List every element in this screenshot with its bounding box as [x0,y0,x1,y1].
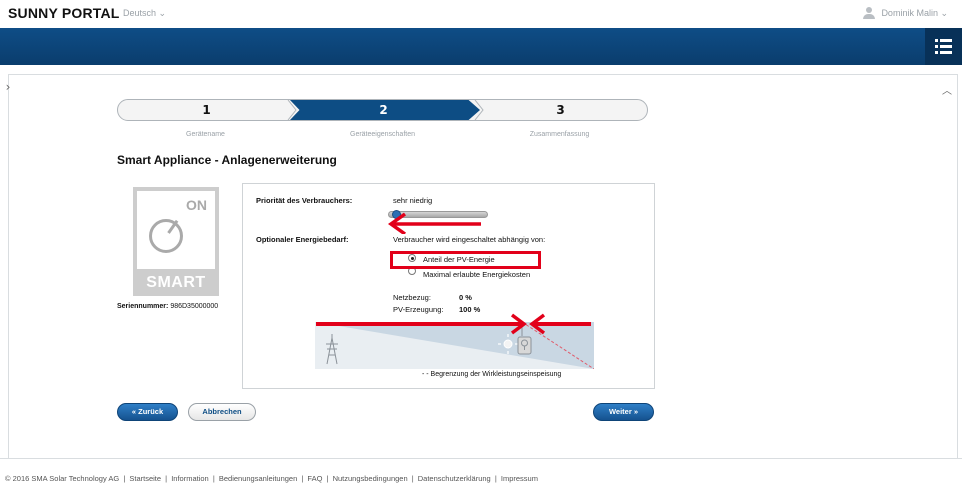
grid-value: 0 % [459,293,472,302]
menu-icon[interactable] [925,28,962,65]
footer-link-terms[interactable]: Nutzungsbedingungen [333,474,408,483]
step-1-label: Gerätename [186,131,225,138]
red-highlight-line [316,322,524,326]
footer: © 2016 SMA Solar Technology AG | Startse… [5,474,538,483]
page-title: Smart Appliance - Anlagenerweiterung [117,153,337,167]
power-pylon-icon [326,334,338,365]
pv-value: 100 % [459,305,481,314]
step-3-number: 3 [556,103,565,117]
step-labels: Gerätename Geräteeigenschaften Zusammenf… [117,131,648,143]
graph-legend: - - Begrenzung der Wirkleistungseinspeis… [422,371,562,378]
device-smart-text: SMART [146,274,206,291]
step-2-number: 2 [379,103,388,117]
red-arrow-left-icon [387,212,481,234]
cancel-button[interactable]: Abbrechen [188,403,256,421]
brand-logo[interactable]: SUNNY PORTAL [8,5,120,21]
priority-value: sehr niedrig [393,196,433,205]
serial-value: 986D35000000 [170,303,219,310]
expand-sidebar-icon[interactable]: › [1,80,15,94]
footer-link-startseite[interactable]: Startseite [129,474,161,483]
user-name: Dominik Malin ⌄ [881,7,948,18]
chevron-up-icon[interactable]: ︿ [942,82,952,97]
serial-label: Seriennummer: [117,303,169,310]
user-menu[interactable]: Dominik Malin ⌄ [863,7,948,19]
footer-divider [0,458,962,459]
back-button[interactable]: « Zurück [117,403,178,421]
footer-copyright: © 2016 SMA Solar Technology AG [5,474,120,483]
footer-link-imprint[interactable]: Impressum [501,474,538,483]
device-on-text: ON [186,197,207,213]
highlight-box [390,251,541,269]
wizard-stepper: 1 2 3 [117,99,648,121]
user-icon [863,7,876,19]
pv-label: PV-Erzeugung: [393,305,444,314]
next-button[interactable]: Weiter » [593,403,654,421]
priority-label: Priorität des Verbrauchers: [256,196,353,205]
grid-label: Netzbezug: [393,293,431,302]
step-2-label: Geräteeigenschaften [350,131,415,138]
smart-appliance-image: ON SMART [133,187,219,296]
option-max-cost-label: Maximal erlaubte Energiekosten [423,270,531,279]
footer-link-faq[interactable]: FAQ [307,474,322,483]
nav-bar [0,28,962,65]
step-1-number: 1 [202,103,211,117]
footer-link-privacy[interactable]: Datenschutzerklärung [418,474,491,483]
step-3-label: Zusammenfassung [529,131,590,138]
serial-number: Seriennummer: 986D35000000 [117,303,218,310]
power-knob-icon [149,219,183,253]
red-arrows-icon [510,313,546,335]
footer-link-information[interactable]: Information [171,474,209,483]
language-selector[interactable]: Deutsch ⌄ [123,8,166,19]
footer-link-manuals[interactable]: Bedienungsanleitungen [219,474,297,483]
energy-demand-label: Optionaler Energiebedarf: [256,235,349,244]
top-bar: SUNNY PORTAL Deutsch ⌄ Dominik Malin ⌄ [0,0,962,28]
energy-intro-text: Verbraucher wird eingeschaltet abhängig … [393,235,546,244]
